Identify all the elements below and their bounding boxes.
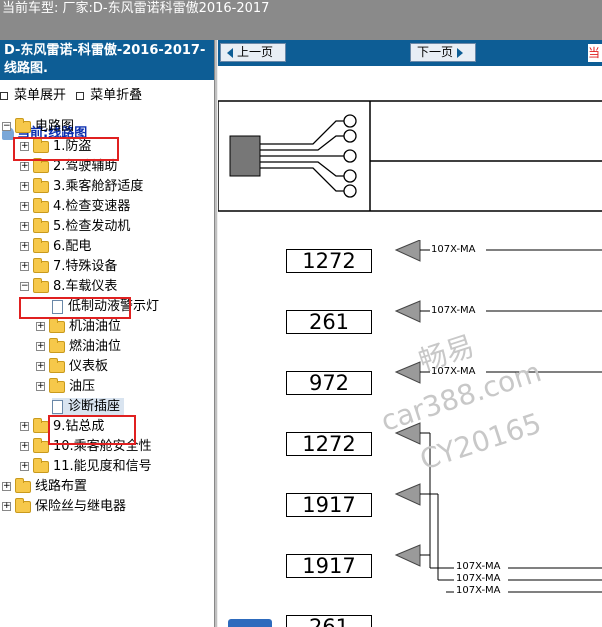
folder-icon: [33, 197, 49, 213]
arrow-right-icon: [457, 47, 464, 58]
title-text: 当前车型: 厂家:D-东风雷诺科雷傲2016-2017: [2, 1, 270, 16]
folder-icon: [49, 337, 65, 353]
folder-icon: [49, 357, 65, 373]
tree-top-level[interactable]: + 线路布置: [2, 477, 87, 496]
menu-controls: 菜单展开 菜单折叠: [0, 84, 148, 103]
tree-item[interactable]: +11.能见度和信号: [20, 457, 152, 476]
highlight-box-root: [13, 137, 119, 161]
expand-toggle-icon[interactable]: +: [20, 422, 29, 431]
arrow-left-icon: [227, 47, 233, 58]
signal-label: 107X-MA: [456, 585, 501, 596]
folder-icon: [49, 317, 65, 333]
expand-icon: [0, 91, 8, 100]
tree-subitem[interactable]: + 机油油位: [36, 317, 121, 336]
folder-icon: [33, 237, 49, 253]
folder-icon: [15, 477, 31, 493]
tree-subitem[interactable]: + 油压: [36, 377, 95, 396]
title-bar: 当前车型: 厂家:D-东风雷诺科雷傲2016-2017: [0, 0, 602, 40]
folder-icon: [33, 417, 49, 433]
highlight-box-item: [19, 297, 131, 319]
viewer-toolbar: 上一页 下一页 当: [218, 40, 602, 66]
collapse-toggle-icon[interactable]: −: [2, 122, 11, 131]
expand-toggle-icon[interactable]: +: [36, 362, 45, 371]
tree-item[interactable]: +7.特殊设备: [20, 257, 117, 276]
expand-toggle-icon[interactable]: +: [20, 162, 29, 171]
tree-item[interactable]: +6.配电: [20, 237, 91, 256]
signal-label: 107X-MA: [431, 244, 476, 255]
folder-icon: [33, 277, 49, 293]
expand-toggle-icon[interactable]: +: [20, 462, 29, 471]
prev-page-button[interactable]: 上一页: [220, 43, 286, 62]
collapse-toggle-icon[interactable]: −: [20, 282, 29, 291]
tree-item[interactable]: +4.检查变速器: [20, 197, 130, 216]
signal-label: 107X-MA: [456, 573, 501, 584]
document-icon: [52, 399, 63, 414]
sidebar-title: D-东风雷诺-科雷傲-2016-2017- 线路图.: [0, 40, 214, 80]
collapse-menu-button[interactable]: 菜单折叠: [76, 84, 142, 103]
tree-subitem-selected[interactable]: 诊断插座: [52, 398, 125, 416]
collapse-icon: [76, 91, 85, 100]
folder-icon: [15, 117, 31, 133]
tree-item[interactable]: +3.乘客舱舒适度: [20, 177, 143, 196]
folder-icon: [33, 217, 49, 233]
tree-item[interactable]: +5.检查发动机: [20, 217, 130, 236]
expand-menu-button[interactable]: 菜单展开: [0, 84, 66, 103]
expand-toggle-icon[interactable]: +: [20, 202, 29, 211]
expand-toggle-icon[interactable]: +: [36, 322, 45, 331]
diagram-viewer: 上一页 下一页 当 1272 261 972 1272 1917 1917 26…: [218, 40, 602, 627]
signal-lines: [394, 240, 602, 593]
expand-toggle-icon[interactable]: +: [20, 442, 29, 451]
sidebar: D-东风雷诺-科雷傲-2016-2017- 线路图. 菜单展开 菜单折叠 当前:…: [0, 40, 214, 627]
folder-icon: [15, 497, 31, 513]
tree-subitem[interactable]: + 仪表板: [36, 357, 108, 376]
signal-label: 107X-MA: [456, 561, 501, 572]
next-page-button[interactable]: 下一页: [410, 43, 476, 62]
folder-icon: [33, 177, 49, 193]
folder-icon: [33, 257, 49, 273]
expand-toggle-icon[interactable]: +: [20, 242, 29, 251]
tree-root[interactable]: − 电路图: [2, 117, 74, 136]
expand-toggle-icon[interactable]: +: [2, 502, 11, 511]
highlight-box-subitem: [48, 415, 136, 445]
folder-icon: [33, 157, 49, 173]
expand-toggle-icon[interactable]: +: [20, 262, 29, 271]
expand-toggle-icon[interactable]: +: [36, 342, 45, 351]
folder-icon: [49, 377, 65, 393]
edge-label: 当: [588, 44, 602, 62]
expand-toggle-icon[interactable]: +: [36, 382, 45, 391]
expand-toggle-icon[interactable]: +: [20, 222, 29, 231]
folder-icon: [33, 457, 49, 473]
tree-item-expanded[interactable]: −8.车载仪表: [20, 277, 117, 296]
folder-icon: [33, 437, 49, 453]
expand-toggle-icon[interactable]: +: [20, 182, 29, 191]
signal-label: 107X-MA: [431, 305, 476, 316]
expand-toggle-icon[interactable]: +: [2, 482, 11, 491]
blue-marker: [228, 619, 272, 627]
tree-subitem[interactable]: + 燃油油位: [36, 337, 121, 356]
tree-top-level[interactable]: + 保险丝与继电器: [2, 497, 126, 516]
